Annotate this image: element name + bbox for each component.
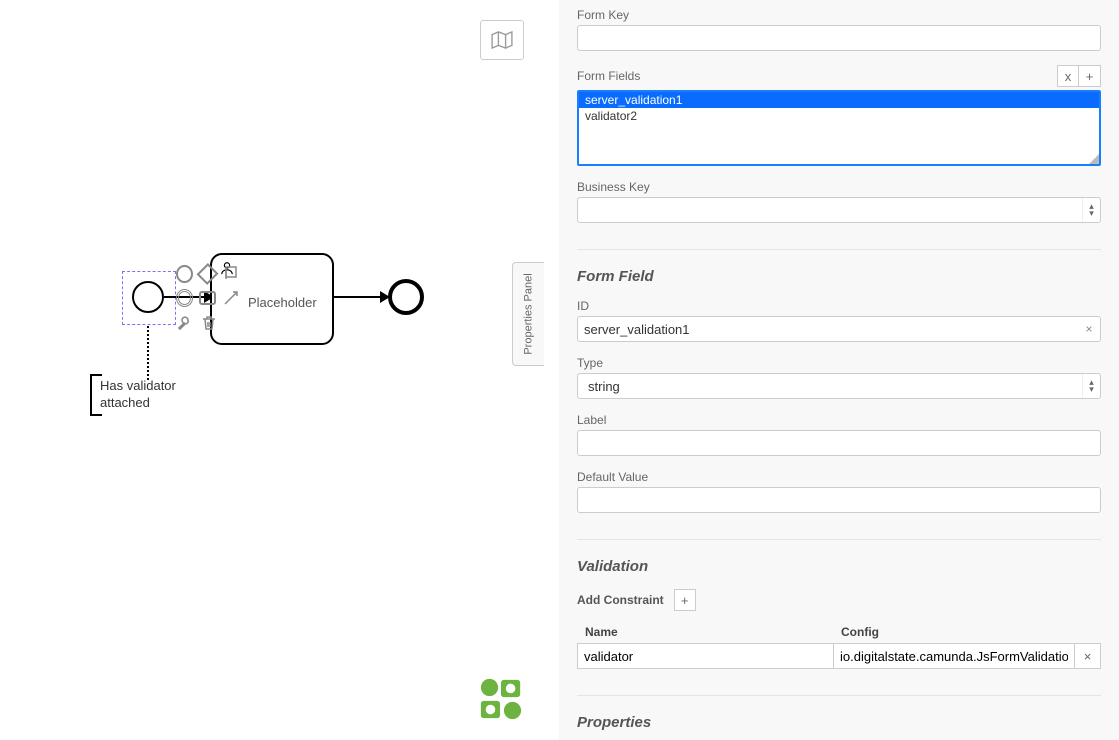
map-icon [491, 31, 513, 49]
context-pad [176, 265, 240, 355]
section-form-field: Form Field [577, 249, 1101, 285]
form-fields-label: Form Fields [577, 69, 640, 83]
form-key-input[interactable] [577, 25, 1101, 51]
constraint-config-input[interactable] [833, 643, 1075, 669]
ff-label-input[interactable] [577, 430, 1101, 456]
add-constraint-label: Add Constraint [577, 593, 664, 607]
business-key-label: Business Key [577, 180, 1101, 194]
ff-id-label: ID [577, 299, 1101, 313]
annotation-text: Has validator attached [100, 378, 176, 410]
clear-icon[interactable]: × [1081, 321, 1097, 337]
trash-icon[interactable] [200, 314, 218, 337]
business-key-select[interactable] [577, 197, 1101, 223]
section-validation: Validation [577, 539, 1101, 575]
ff-default-input[interactable] [577, 487, 1101, 513]
append-intermediate-event-icon[interactable] [176, 289, 193, 307]
col-config: Config [841, 625, 1093, 639]
append-event-icon[interactable] [176, 265, 193, 283]
bpmn-canvas[interactable]: Placeholder Has [0, 0, 545, 740]
bpmn-start-event[interactable] [132, 281, 164, 313]
properties-panel: Form Key Form Fields x + server_validati… [559, 0, 1119, 740]
list-item[interactable]: server_validation1 [579, 92, 1099, 108]
task-label: Placeholder [248, 295, 317, 310]
camunda-logo [478, 676, 524, 725]
ff-default-label: Default Value [577, 470, 1101, 484]
validation-table-header: Name Config [577, 621, 1101, 643]
wrench-icon[interactable] [176, 314, 194, 337]
ff-type-label: Type [577, 356, 1101, 370]
ff-label-label: Label [577, 413, 1101, 427]
form-fields-listbox[interactable]: server_validation1validator2 [577, 90, 1101, 166]
panel-toggle-label: Properties Panel [523, 273, 535, 354]
panel-toggle-tab[interactable]: Properties Panel [512, 262, 544, 366]
row-delete-button[interactable]: × [1075, 643, 1101, 669]
minimap-toggle-button[interactable] [480, 20, 524, 60]
form-fields-remove-button[interactable]: x [1057, 65, 1079, 87]
ff-id-input[interactable] [577, 316, 1101, 342]
col-name: Name [585, 625, 841, 639]
append-gateway-icon[interactable] [196, 263, 218, 285]
add-constraint-button[interactable]: + [674, 589, 696, 611]
association-line[interactable] [147, 326, 149, 380]
constraint-name-input[interactable] [577, 643, 833, 669]
form-key-label: Form Key [577, 8, 1101, 22]
form-fields-add-button[interactable]: + [1079, 65, 1101, 87]
list-item[interactable]: validator2 [579, 108, 1099, 124]
bpmn-end-event[interactable] [388, 279, 424, 315]
resize-grip-icon[interactable] [1089, 154, 1099, 164]
text-annotation[interactable]: Has validator attached [90, 374, 184, 416]
append-task-icon[interactable] [199, 291, 216, 305]
sequence-flow[interactable] [334, 296, 384, 298]
annotation-icon[interactable] [222, 265, 240, 285]
ff-type-select[interactable] [577, 373, 1101, 399]
section-properties: Properties [577, 695, 1101, 731]
table-row: × [577, 643, 1101, 669]
connect-icon[interactable] [222, 289, 240, 310]
